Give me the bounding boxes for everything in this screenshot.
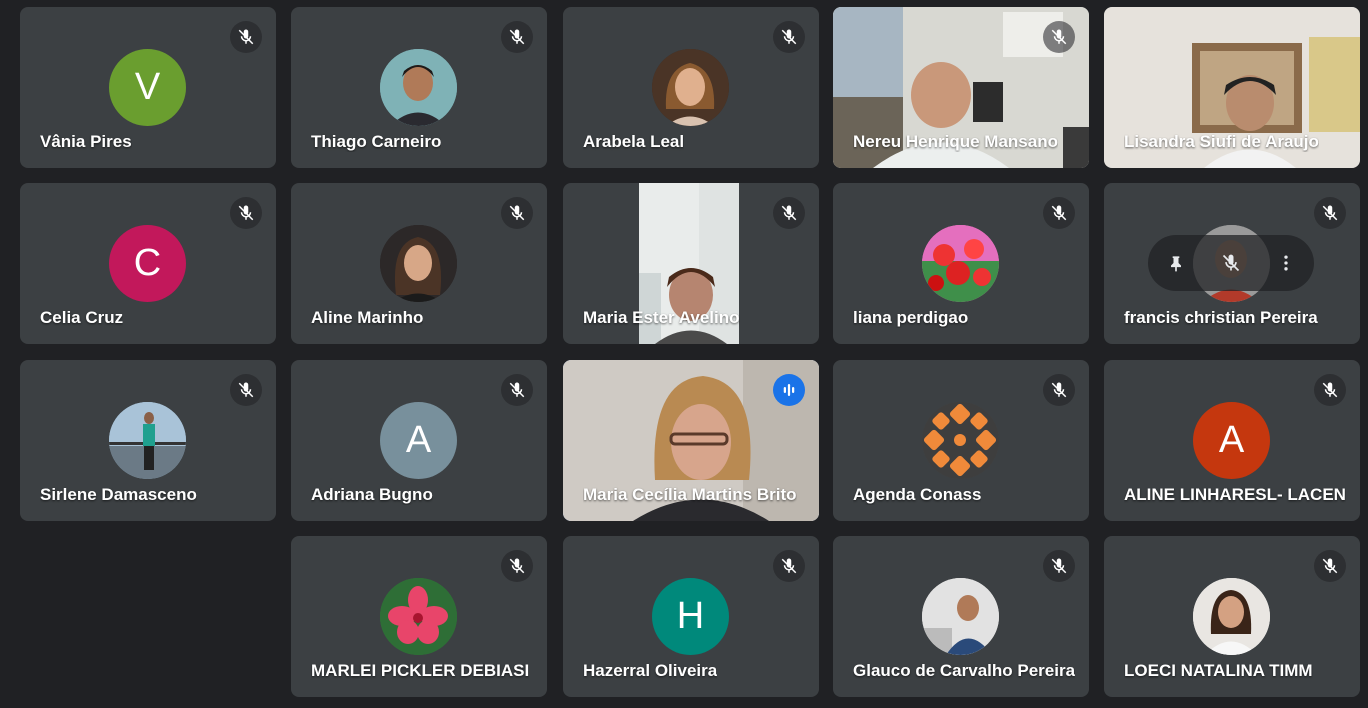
mic-off-icon (230, 374, 262, 406)
participant-name: Adriana Bugno (311, 485, 433, 504)
participant-name: Nereu Henrique Mansano (853, 132, 1058, 151)
participant-tile[interactable]: liana perdigao (833, 183, 1089, 344)
mic-off-icon (773, 197, 805, 229)
mute-participant-icon[interactable] (1215, 247, 1247, 279)
participant-tile[interactable]: A Adriana Bugno (291, 360, 547, 521)
participant-name: Celia Cruz (40, 308, 124, 327)
participant-avatar: A (1193, 402, 1270, 479)
participant-name: LOECI NATALINA TIMM (1124, 661, 1313, 680)
participant-tile[interactable]: Sirlene Damasceno (20, 360, 276, 521)
mic-off-icon (1043, 374, 1075, 406)
participant-tile[interactable]: francis christian Pereira (1104, 183, 1360, 344)
participant-photo (922, 225, 999, 302)
participant-tile[interactable]: V Vânia Pires (20, 7, 276, 168)
participant-tile[interactable]: Arabela Leal (563, 7, 819, 168)
participant-tile[interactable]: H Hazerral Oliveira (563, 536, 819, 697)
mic-off-icon (501, 197, 533, 229)
pin-icon[interactable] (1160, 247, 1192, 279)
participant-photo (380, 49, 457, 126)
mic-off-icon (773, 550, 805, 582)
avatar-initial: H (676, 595, 705, 637)
participant-name: Sirlene Damasceno (40, 485, 197, 504)
participant-name: Maria Cecília Martins Brito (583, 485, 797, 504)
participant-name: Lisandra Siufi de Araujo (1124, 132, 1319, 151)
mic-off-icon (230, 197, 262, 229)
participant-photo (922, 402, 999, 479)
participant-avatar: A (380, 402, 457, 479)
participant-tile[interactable]: Aline Marinho (291, 183, 547, 344)
participant-avatar: C (109, 225, 186, 302)
participant-tile[interactable]: MARLEI PICKLER DEBIASI (291, 536, 547, 697)
participant-avatar: V (109, 49, 186, 126)
participant-tile[interactable]: C Celia Cruz (20, 183, 276, 344)
mic-off-icon (1314, 550, 1346, 582)
participant-hover-controls (1148, 235, 1314, 291)
avatar-initial: A (405, 419, 432, 461)
mic-off-icon (1314, 374, 1346, 406)
participant-name: francis christian Pereira (1124, 308, 1318, 327)
participant-name: Agenda Conass (853, 485, 982, 504)
participant-name: Thiago Carneiro (311, 132, 442, 151)
more-vert-icon[interactable] (1270, 247, 1302, 279)
avatar-initial: V (134, 66, 161, 108)
participant-photo (380, 225, 457, 302)
mic-off-icon (1314, 197, 1346, 229)
participant-name: Glauco de Carvalho Pereira (853, 661, 1076, 680)
participant-tile[interactable]: Agenda Conass (833, 360, 1089, 521)
participant-photo (380, 578, 457, 655)
participant-name: Arabela Leal (583, 132, 685, 151)
participant-photo (652, 49, 729, 126)
participant-name: ALINE LINHARESL- LACEN (1124, 485, 1346, 504)
mic-off-icon (1043, 550, 1075, 582)
avatar-initial: A (1218, 419, 1245, 461)
mic-off-icon (230, 21, 262, 53)
participant-tile[interactable]: LOECI NATALINA TIMM (1104, 536, 1360, 697)
participant-name: liana perdigao (853, 308, 969, 327)
mic-off-icon (501, 550, 533, 582)
participant-name: Maria Ester Avelino (583, 308, 740, 327)
participant-tile[interactable]: Glauco de Carvalho Pereira (833, 536, 1089, 697)
participant-tile[interactable]: Thiago Carneiro (291, 7, 547, 168)
participant-name: Hazerral Oliveira (583, 661, 718, 680)
participant-video-tile[interactable]: Lisandra Siufi de Araujo (1104, 7, 1360, 168)
participant-photo (1193, 578, 1270, 655)
participant-video-tile[interactable]: Maria Ester Avelino (563, 183, 819, 344)
participant-photo (922, 578, 999, 655)
participant-name: Vânia Pires (40, 132, 132, 151)
participant-video-tile[interactable]: Nereu Henrique Mansano (833, 7, 1089, 168)
avatar-initial: C (133, 242, 162, 284)
participant-avatar: H (652, 578, 729, 655)
participant-name: Aline Marinho (311, 308, 424, 327)
mic-off-icon (1043, 197, 1075, 229)
participant-name: MARLEI PICKLER DEBIASI (311, 661, 530, 680)
mic-off-icon (501, 374, 533, 406)
mic-off-icon (1043, 21, 1075, 53)
mic-off-icon (501, 21, 533, 53)
audio-level-icon (773, 374, 805, 406)
active-speaker-tile[interactable]: Maria Cecília Martins Brito (563, 360, 819, 521)
mic-off-icon (773, 21, 805, 53)
participant-photo (109, 402, 186, 479)
participant-tile[interactable]: A ALINE LINHARESL- LACEN (1104, 360, 1360, 521)
